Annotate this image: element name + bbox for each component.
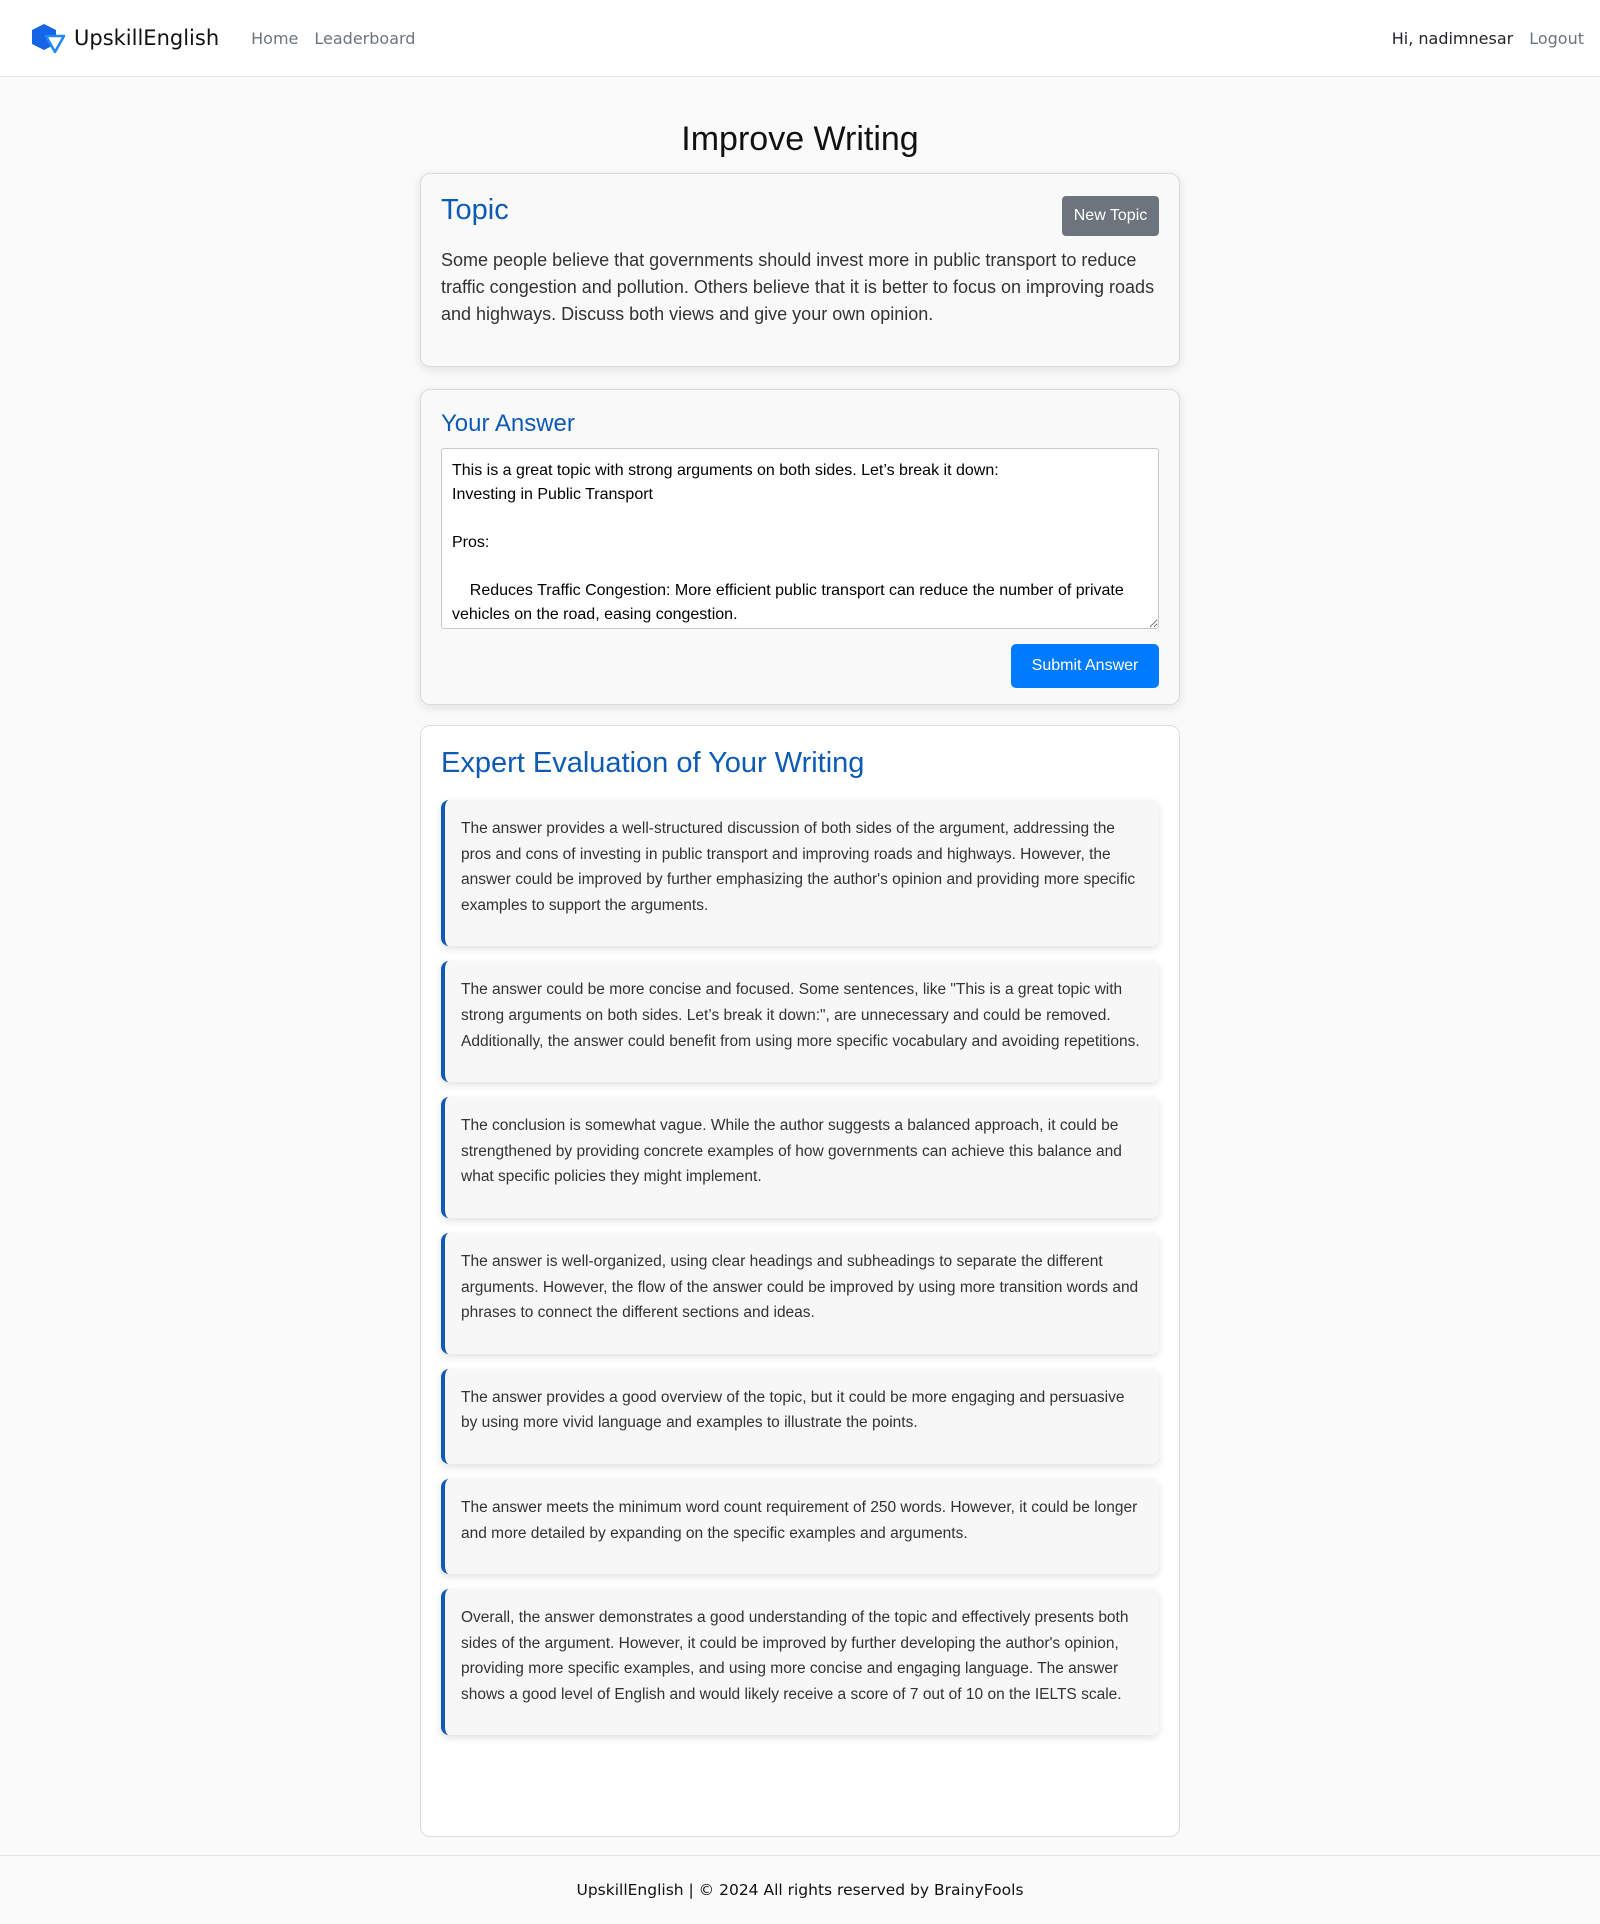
answer-textarea[interactable]: This is a great topic with strong argume…	[441, 448, 1159, 629]
topic-text: Some people believe that governments sho…	[441, 250, 1155, 324]
evaluation-list: The answer provides a well-structured di…	[441, 800, 1159, 1736]
topic-card: Topic New Topic Some people believe that…	[420, 173, 1180, 367]
answer-card: Your Answer This is a great topic with s…	[420, 389, 1180, 705]
top-navbar: UpskillEnglish Home Leaderboard Hi, nadi…	[0, 0, 1600, 77]
user-menu: Hi, nadimnesar Logout	[1392, 29, 1584, 48]
evaluation-heading: Expert Evaluation of Your Writing	[441, 747, 865, 779]
evaluation-item: The answer is well-organized, using clea…	[441, 1232, 1159, 1354]
evaluation-item: The answer provides a well-structured di…	[441, 800, 1159, 947]
evaluation-item: The answer could be more concise and foc…	[441, 961, 1159, 1083]
new-topic-button[interactable]: New Topic	[1062, 196, 1159, 236]
topic-heading: Topic	[441, 194, 509, 226]
page-footer: UpskillEnglish | © 2024 All rights reser…	[0, 1855, 1600, 1924]
brand-name: UpskillEnglish	[74, 26, 220, 50]
main-content: Improve Writing Topic New Topic Some peo…	[420, 115, 1180, 1837]
submit-answer-button[interactable]: Submit Answer	[1011, 644, 1159, 688]
brand-logo-icon	[32, 24, 66, 54]
logout-link[interactable]: Logout	[1529, 29, 1584, 48]
footer-text: UpskillEnglish | © 2024 All rights reser…	[576, 1881, 1024, 1899]
answer-heading: Your Answer	[441, 410, 575, 437]
evaluation-item: The conclusion is somewhat vague. While …	[441, 1097, 1159, 1218]
evaluation-item: The answer provides a good overview of t…	[441, 1368, 1159, 1464]
nav-leaderboard-link[interactable]: Leaderboard	[314, 29, 415, 48]
brand-link[interactable]: UpskillEnglish	[30, 22, 219, 54]
user-greeting: Hi, nadimnesar	[1391, 28, 1514, 48]
page-title: Improve Writing	[681, 120, 919, 158]
evaluation-card: Expert Evaluation of Your Writing The an…	[420, 725, 1180, 1837]
evaluation-item: Overall, the answer demonstrates a good …	[441, 1589, 1159, 1736]
nav-home-link[interactable]: Home	[251, 29, 298, 48]
main-nav: Home Leaderboard	[251, 29, 415, 48]
evaluation-item: The answer meets the minimum word count …	[441, 1478, 1159, 1575]
